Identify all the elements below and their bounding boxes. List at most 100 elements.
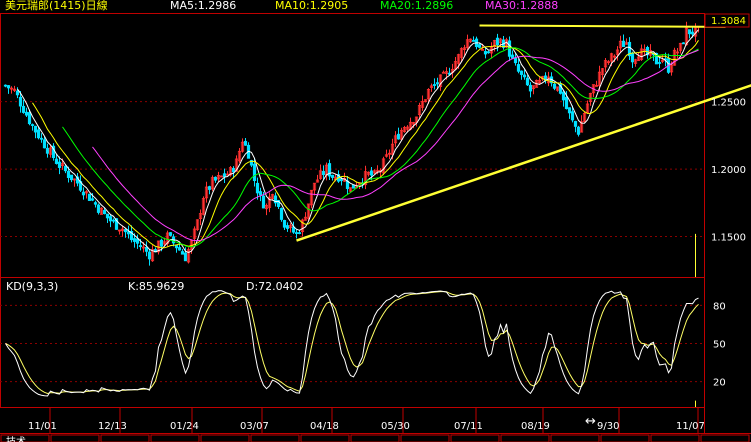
date-axis: 11/01 12/13 01/24 03/07 04/18 05/30 07/11 08/19… xyxy=(28,408,705,433)
kd-tick-label: 20 xyxy=(713,378,726,389)
candle-body xyxy=(321,171,326,176)
candle-body xyxy=(432,84,437,86)
bottom-tab[interactable] xyxy=(600,434,650,442)
candle-body xyxy=(90,198,95,201)
bottom-tab-label: 技术 xyxy=(6,435,26,442)
trend-lines xyxy=(296,24,751,407)
candle-body xyxy=(81,191,86,196)
candle-body xyxy=(24,111,29,116)
candle-body xyxy=(93,202,98,205)
date-tick-label: 07/11 xyxy=(454,421,483,432)
candle-body xyxy=(522,74,527,78)
candle-body xyxy=(294,232,299,234)
candle-body xyxy=(177,247,182,251)
chart-frames xyxy=(0,13,751,434)
candle-body xyxy=(261,195,266,209)
candle-series xyxy=(3,21,701,266)
candle-body xyxy=(441,71,446,74)
price-tick-label: 1.2500 xyxy=(711,98,746,109)
candle-body xyxy=(3,84,8,87)
candle-body xyxy=(516,64,521,72)
candle-body xyxy=(105,213,110,219)
candle-body xyxy=(222,173,227,178)
candle-body xyxy=(207,186,212,190)
candle-body xyxy=(621,40,626,47)
bottom-tab[interactable] xyxy=(250,434,300,442)
date-tick-label: 11/07 xyxy=(676,421,705,432)
candle-body xyxy=(159,239,164,247)
date-tick-label: 04/18 xyxy=(310,421,339,432)
candle-body xyxy=(486,51,491,54)
candle-body xyxy=(57,161,62,168)
ma20-legend: MA20:1.2896 xyxy=(380,0,453,12)
candle-body xyxy=(147,251,152,260)
bottom-tab[interactable] xyxy=(300,434,350,442)
candle-body xyxy=(102,210,107,215)
bottom-tab[interactable] xyxy=(150,434,200,442)
candle-body xyxy=(21,105,26,113)
candle-body xyxy=(27,112,32,125)
candle-body xyxy=(297,232,302,235)
bottom-tab-strip: 技术 xyxy=(0,434,750,442)
candle-body xyxy=(132,238,137,242)
bottom-tab[interactable] xyxy=(200,434,250,442)
candle-body xyxy=(576,126,581,135)
candle-body xyxy=(18,96,23,107)
kd-tick-label: 50 xyxy=(713,340,726,351)
bottom-tab[interactable] xyxy=(700,434,750,442)
bottom-tab[interactable] xyxy=(400,434,450,442)
kd-k-value: K:85.9629 xyxy=(128,280,184,293)
candle-body xyxy=(30,124,35,126)
bottom-tab[interactable] xyxy=(550,434,600,442)
candle-body xyxy=(126,231,131,235)
candle-body xyxy=(42,139,47,149)
candle-body xyxy=(36,129,41,139)
candle-body xyxy=(657,62,662,64)
bottom-tab[interactable] xyxy=(50,434,100,442)
candle-body xyxy=(174,245,179,249)
candle-body xyxy=(519,70,524,75)
resistance-trendline xyxy=(479,24,726,28)
candle-body xyxy=(108,216,113,222)
date-tick-label: 08/19 xyxy=(521,421,550,432)
bottom-tab[interactable] xyxy=(500,434,550,442)
candle-body xyxy=(255,182,260,194)
candle-body xyxy=(690,31,695,35)
bottom-tab[interactable] xyxy=(100,434,150,442)
candle-body xyxy=(96,204,101,213)
date-tick-label: 03/07 xyxy=(240,421,269,432)
candle-body xyxy=(282,219,287,228)
candle-body xyxy=(87,193,92,201)
candle-body xyxy=(183,252,188,262)
candle-body xyxy=(231,168,236,173)
candle-body xyxy=(243,140,248,146)
candle-body xyxy=(144,246,149,252)
chart-title: 美元瑞郎(1415)日線 xyxy=(5,0,108,12)
candle-body xyxy=(528,84,533,92)
candle-body xyxy=(69,174,74,181)
date-tick-label: 12/13 xyxy=(98,421,127,432)
support-trendline xyxy=(296,84,751,242)
kd-axis: 80 50 20 xyxy=(713,301,726,388)
candle-body xyxy=(15,90,20,96)
candle-body xyxy=(570,111,575,121)
candle-body xyxy=(477,44,482,48)
price-tick-label: 1.1500 xyxy=(711,233,746,244)
candle-body xyxy=(471,39,476,42)
candle-body xyxy=(111,219,116,222)
candle-body xyxy=(687,29,692,35)
date-tick-label: 01/24 xyxy=(170,421,199,432)
candle-body xyxy=(123,229,128,233)
scroll-arrows-icon[interactable]: ↔ xyxy=(585,414,596,429)
bottom-tab[interactable] xyxy=(450,434,500,442)
candle-body xyxy=(552,83,557,89)
candle-body xyxy=(6,85,11,89)
candle-body xyxy=(180,251,185,255)
price-grid xyxy=(0,101,704,238)
candle-body xyxy=(330,174,335,178)
candle-body xyxy=(33,125,38,133)
bottom-tab[interactable] xyxy=(650,434,700,442)
kd-title: KD(9,3,3) xyxy=(6,280,58,293)
price-tick-label: 1.2000 xyxy=(711,165,746,176)
bottom-tab[interactable] xyxy=(350,434,400,442)
